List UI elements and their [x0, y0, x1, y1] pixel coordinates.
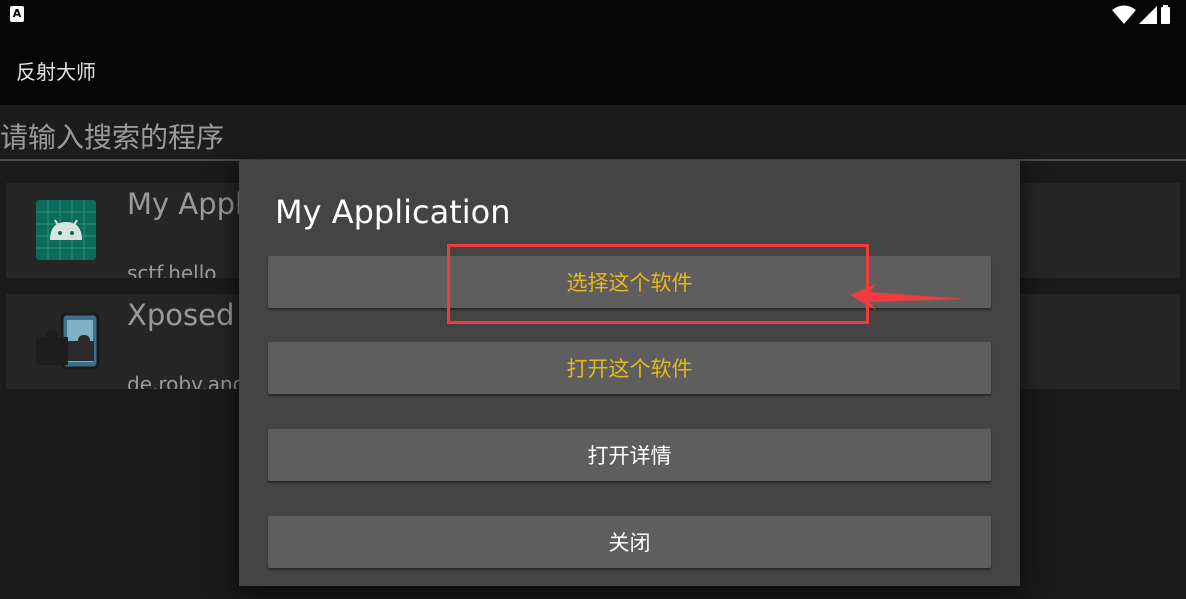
- search-input[interactable]: [0, 115, 1186, 161]
- status-icons: [1112, 4, 1170, 26]
- open-details-button[interactable]: 打开详情: [268, 429, 991, 481]
- close-button[interactable]: 关闭: [268, 516, 991, 568]
- status-bar: A: [0, 0, 1186, 30]
- open-app-button[interactable]: 打开这个软件: [268, 342, 991, 394]
- annotation-arrow-icon: [850, 284, 966, 310]
- app-bar: 反射大师: [0, 30, 1186, 105]
- dialog-title: My Application: [275, 193, 511, 231]
- notification-badge: A: [10, 6, 24, 22]
- app-action-dialog: My Application 选择这个软件 打开这个软件 打开详情 关闭: [239, 160, 1020, 586]
- cellular-signal-icon: [1139, 6, 1157, 24]
- app-title: 反射大师: [16, 60, 96, 84]
- wifi-icon: [1112, 5, 1136, 24]
- android-app-icon: [36, 200, 96, 260]
- search-area: [0, 105, 1186, 166]
- battery-icon: [1161, 5, 1170, 24]
- app-package: sctf.hello: [127, 261, 217, 278]
- xposed-puzzle-icon: [36, 311, 100, 371]
